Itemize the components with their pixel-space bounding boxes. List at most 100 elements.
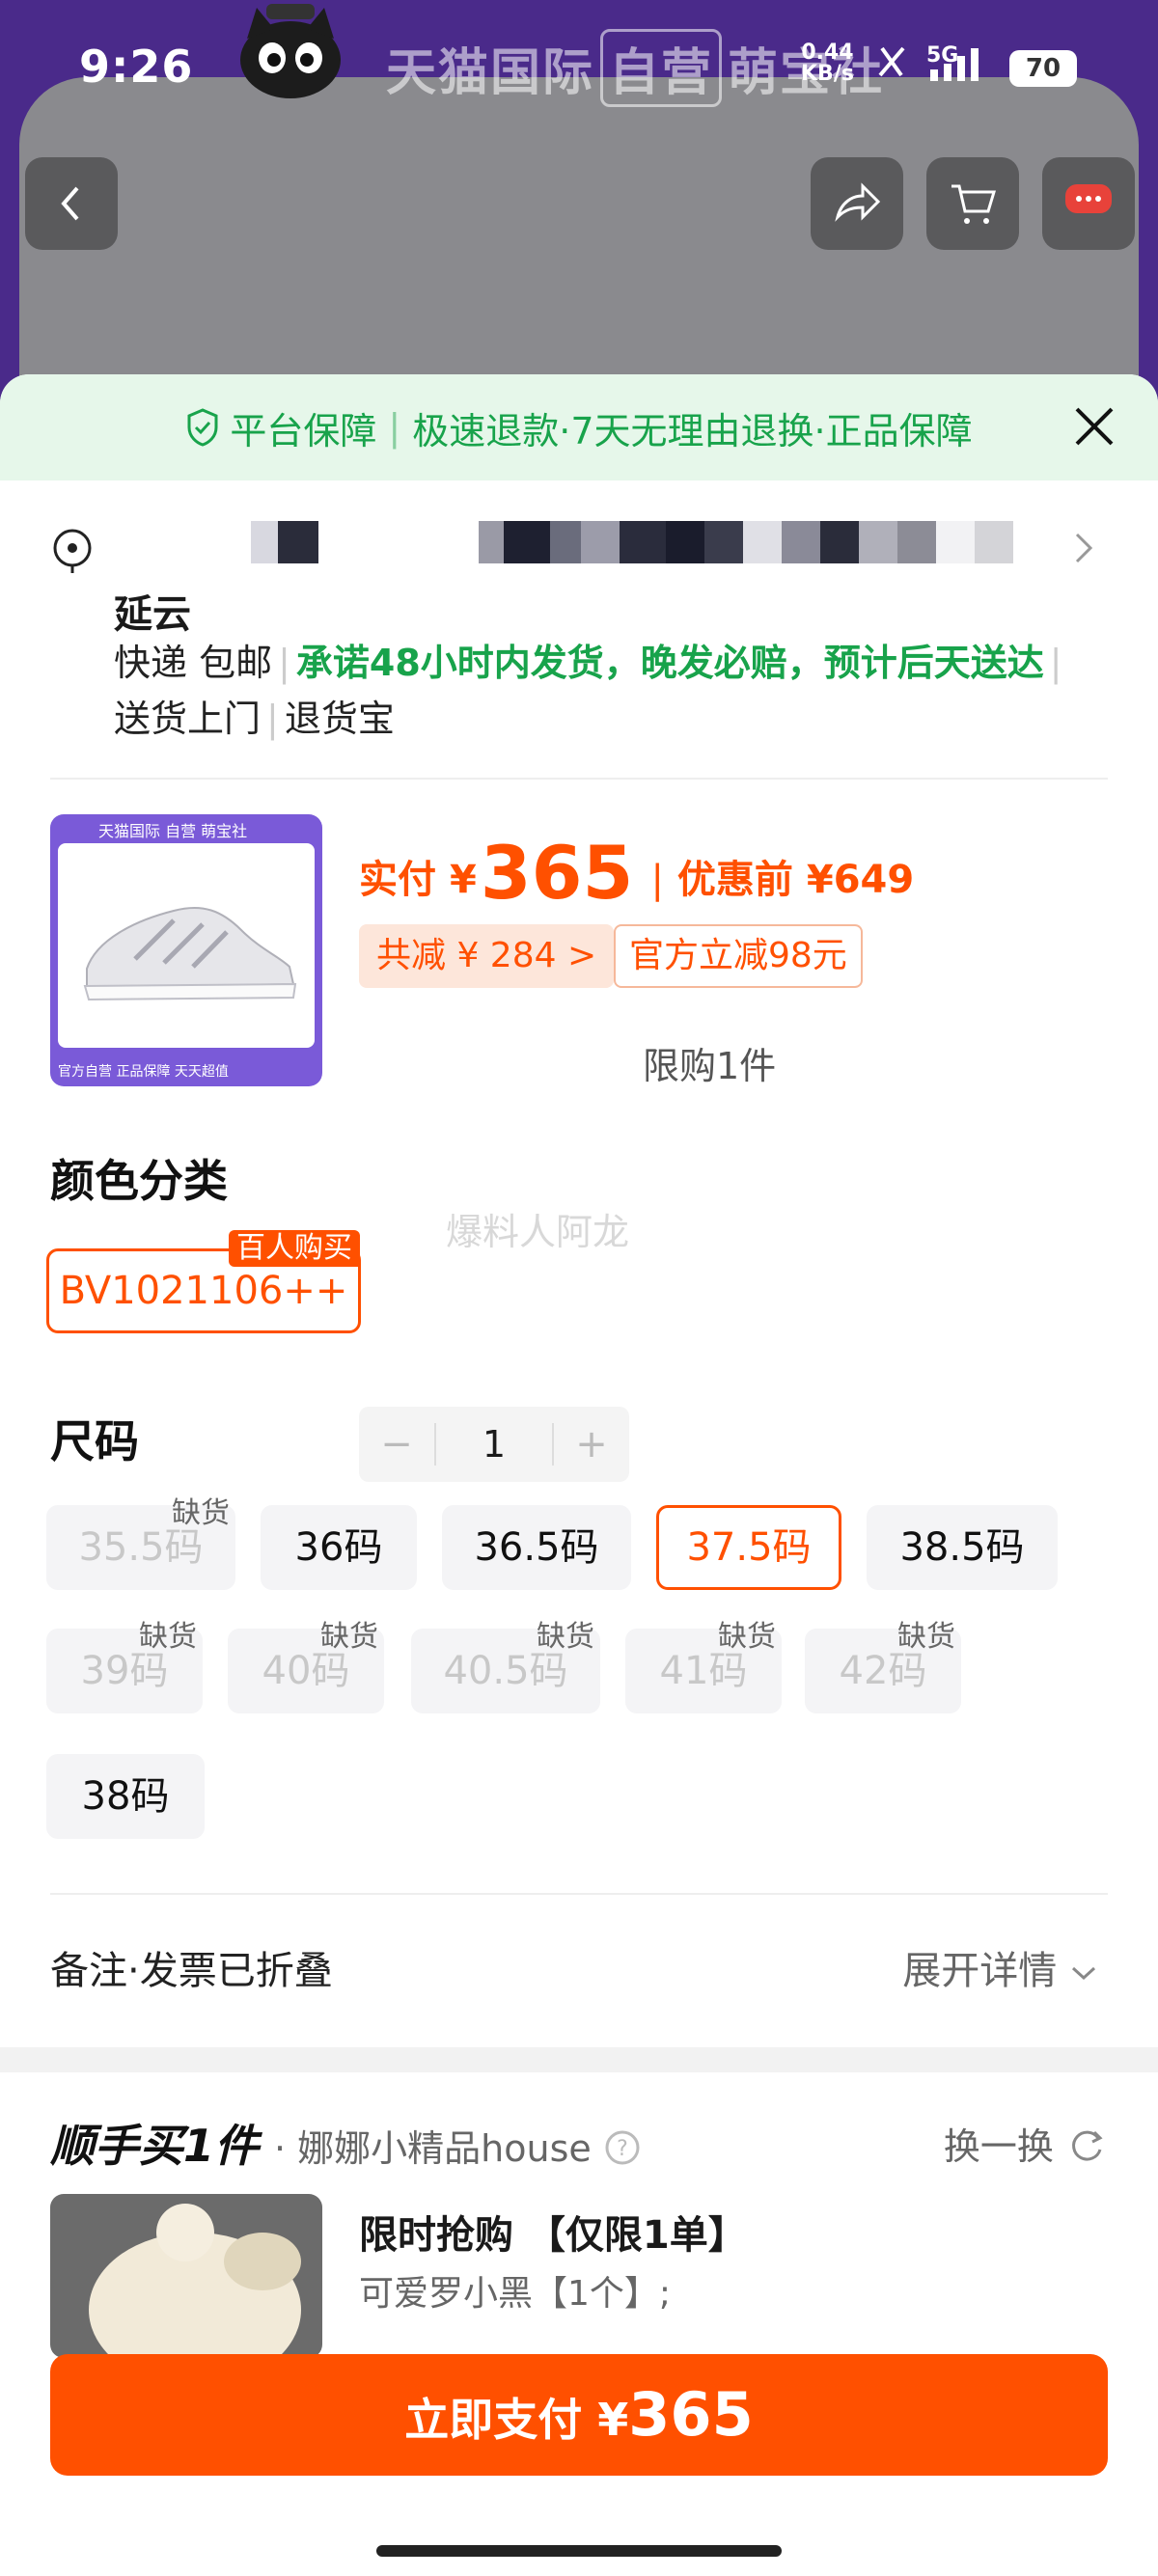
size-label: 35.5码: [78, 1525, 204, 1570]
expand-label: 展开详情: [902, 1949, 1058, 1993]
size-label: 41码: [659, 1649, 748, 1693]
expand-details[interactable]: 展开详情: [902, 1939, 1098, 1995]
delivery-service-return: 退货宝: [284, 698, 395, 740]
guarantee-bar: 平台保障 | 极速退款·7天无理由退换·正品保障: [0, 374, 1158, 480]
address-row[interactable]: 延云 快递 包邮 | 承诺48小时内发货，晚发必赔，预计后天送达 |送货上门 | 退货宝: [50, 480, 1108, 780]
guarantee-divider: |: [388, 406, 401, 449]
quantity-value[interactable]: 1: [434, 1423, 554, 1466]
before-label: 优惠前: [676, 858, 793, 902]
cart-icon: [951, 184, 997, 224]
brand-text: 天猫国际: [386, 44, 595, 102]
swap-button[interactable]: 换一换: [944, 2117, 1108, 2170]
size-option-38-5[interactable]: 38.5码: [867, 1505, 1058, 1590]
add-on-item-title: 限时抢购 【仅限1单】: [359, 2213, 747, 2258]
size-option-40[interactable]: 40码 缺货: [228, 1621, 384, 1713]
size-option-42[interactable]: 42码 缺货: [805, 1621, 961, 1713]
toy-figure-icon: [89, 2204, 301, 2358]
size-option-35-5[interactable]: 35.5码 缺货: [46, 1497, 235, 1590]
shield-check-icon: [187, 408, 218, 447]
share-icon: [835, 182, 881, 222]
out-of-stock-tag: 缺货: [897, 1620, 955, 1654]
size-label: 40.5码: [443, 1649, 568, 1693]
section-divider: [0, 2047, 1158, 2072]
increase-button[interactable]: +: [554, 1422, 629, 1466]
size-label: 36.5码: [474, 1525, 599, 1570]
close-icon[interactable]: [1069, 401, 1119, 452]
out-of-stock-tag: 缺货: [537, 1620, 594, 1654]
add-on-image[interactable]: [50, 2194, 322, 2358]
add-on-item-desc: 可爱罗小黑【1个】;: [359, 2274, 672, 2314]
add-on-title: 顺手买1件: [50, 2120, 260, 2172]
size-option-39[interactable]: 39码 缺货: [46, 1621, 203, 1713]
size-option-40-5[interactable]: 40.5码 缺货: [411, 1621, 600, 1713]
size-option-36-5[interactable]: 36.5码: [442, 1505, 631, 1590]
remark-row[interactable]: 备注·发票已折叠 展开详情: [50, 1893, 1108, 2028]
message-icon: [1065, 184, 1112, 213]
size-label: 40码: [262, 1649, 350, 1693]
size-label: 37.5码: [686, 1525, 812, 1570]
official-discount-badge: 官方立减98元: [614, 924, 863, 988]
color-option[interactable]: BV1021106++ 百人购买: [46, 1230, 361, 1333]
size-option-41[interactable]: 41码 缺货: [625, 1621, 782, 1713]
size-label: 39码: [80, 1649, 169, 1693]
delivery-service-door: 送货上门: [114, 698, 262, 740]
decrease-button[interactable]: −: [359, 1422, 434, 1466]
size-option-37-5[interactable]: 37.5码: [656, 1505, 841, 1590]
out-of-stock-tag: 缺货: [320, 1620, 378, 1654]
product-thumbnail[interactable]: 天猫国际 自营 萌宝社 官方自营 正品保障 天天超值: [50, 814, 322, 1086]
more-button[interactable]: [1042, 157, 1135, 250]
thumb-footer: 官方自营 正品保障 天天超值: [58, 1064, 229, 1080]
pay-now-button[interactable]: 立即支付 ¥365: [50, 2354, 1108, 2476]
chevron-right-icon: [1075, 533, 1093, 563]
location-pin-icon: [53, 529, 92, 573]
pay-amount: 365: [480, 830, 634, 916]
size-option-38[interactable]: 38码: [46, 1754, 205, 1839]
chevron-left-icon: [61, 186, 79, 221]
before-price: ¥649: [806, 858, 915, 902]
size-label: 42码: [839, 1649, 927, 1693]
sneaker-icon: [83, 906, 297, 1001]
svg-text:?: ?: [617, 2137, 628, 2161]
size-label: 36码: [294, 1525, 383, 1570]
order-sheet: 平台保障 | 极速退款·7天无理由退换·正品保障 延云 快递 包邮 | 承诺48…: [0, 374, 1158, 2576]
share-button[interactable]: [811, 157, 903, 250]
pay-label: 实付: [359, 858, 436, 902]
pay-now-label: 立即支付 ¥: [404, 2394, 629, 2446]
pay-now-amount: 365: [628, 2379, 754, 2450]
watermark: 爆料人阿龙: [446, 1211, 630, 1253]
remark-label: 备注·发票已折叠: [50, 1949, 333, 1993]
delivery-method: 快递 包邮: [114, 642, 273, 684]
status-time: 9:26: [79, 41, 194, 93]
size-label: 38码: [81, 1774, 170, 1819]
tmall-cat-mascot-icon: [240, 4, 341, 98]
delivery-info: 快递 包邮 | 承诺48小时内发货，晚发必赔，预计后天送达 |送货上门 | 退货宝: [114, 642, 1062, 740]
net-speed: 0.44 KB/s: [801, 42, 854, 85]
pay-price: 实付 ¥365 | 优惠前 ¥649: [359, 830, 915, 916]
size-option-36[interactable]: 36码: [261, 1505, 417, 1590]
color-section-title: 颜色分类: [50, 1155, 228, 1207]
net-speed-unit: KB/s: [801, 62, 854, 86]
guarantee-platform: 平台保障: [230, 409, 377, 452]
out-of-stock-tag: 缺货: [718, 1620, 776, 1654]
status-bar: 9:26 天猫国际 自营 萌宝社 0.44 KB/s 5G 70: [0, 0, 1158, 145]
thumb-image: [58, 843, 315, 1048]
address-text-redacted: [116, 521, 1081, 563]
help-icon[interactable]: ?: [603, 2128, 642, 2167]
battery-indicator: 70: [1009, 50, 1077, 87]
back-button[interactable]: [25, 157, 118, 250]
recipient-name: 延云: [114, 592, 191, 637]
hot-tag: 百人购买: [229, 1230, 360, 1267]
add-on-shop: · 娜娜小精品house ?: [274, 2119, 642, 2172]
product-summary: 天猫国际 自营 萌宝社 官方自营 正品保障 天天超值 实付 ¥365 | 优惠前 ¥…: [50, 780, 1108, 1482]
swap-label: 换一换: [943, 2125, 1054, 2168]
size-label: 38.5码: [899, 1525, 1025, 1570]
home-indicator: [376, 2545, 782, 2557]
color-option-label: BV1021106++: [59, 1269, 348, 1313]
quantity-stepper: − 1 +: [359, 1407, 629, 1482]
size-section-title: 尺码: [50, 1415, 139, 1467]
cart-button[interactable]: [926, 157, 1019, 250]
add-on-section: 顺手买1件 · 娜娜小精品house ? 换一换 限时抢购 【仅限1单】 可爱罗…: [50, 2111, 1108, 2362]
chevron-down-icon: [1071, 1966, 1096, 1981]
thumb-header: 天猫国际 自营 萌宝社: [98, 822, 248, 840]
discount-badge[interactable]: 共减 ¥ 284 >: [359, 924, 615, 988]
